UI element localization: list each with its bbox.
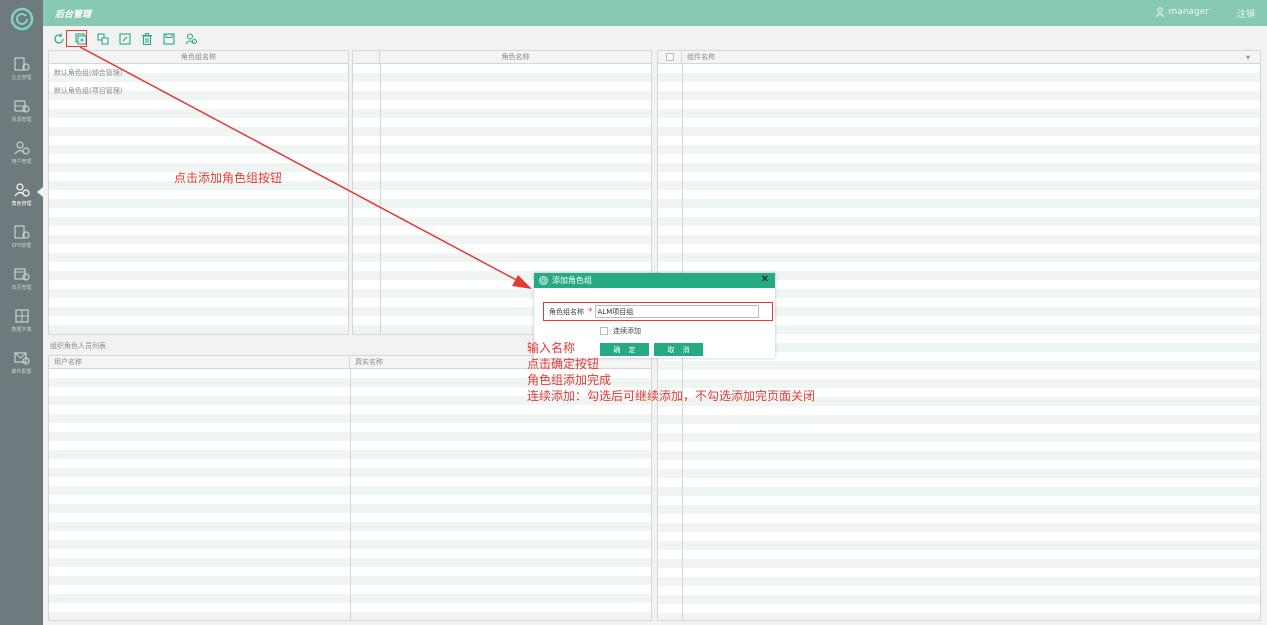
cancel-button[interactable]: 取消 bbox=[654, 343, 703, 356]
arrowhead bbox=[512, 275, 532, 289]
annotation-click-add: 点击添加角色组按钮 bbox=[174, 171, 283, 185]
annotation-line: 连续添加：勾选后可继续添加，不勾选添加完页面关闭 bbox=[527, 389, 816, 403]
continue-add-label: 连续添加 bbox=[613, 327, 641, 335]
group-name-input[interactable] bbox=[594, 305, 759, 318]
continue-add-checkbox[interactable] bbox=[600, 327, 608, 335]
annotation-line: 角色组添加完成 bbox=[527, 373, 612, 387]
dialog-header: 添加角色组 ✕ bbox=[534, 273, 775, 288]
annotation-line: 点击确定按钮 bbox=[527, 357, 600, 371]
close-icon[interactable]: ✕ bbox=[761, 274, 769, 285]
annotation-line: 输入名称 bbox=[527, 341, 576, 355]
dialog-title: 添加角色组 bbox=[552, 276, 592, 285]
ok-button[interactable]: 确定 bbox=[600, 343, 649, 356]
required-mark: * bbox=[588, 306, 593, 317]
group-name-row: 角色组名称 * bbox=[543, 302, 773, 321]
dialog-logo-icon bbox=[539, 276, 548, 285]
group-name-label: 角色组名称 bbox=[549, 307, 584, 316]
arrow-line bbox=[79, 46, 523, 284]
continue-add-option[interactable]: 连续添加 bbox=[600, 326, 641, 336]
